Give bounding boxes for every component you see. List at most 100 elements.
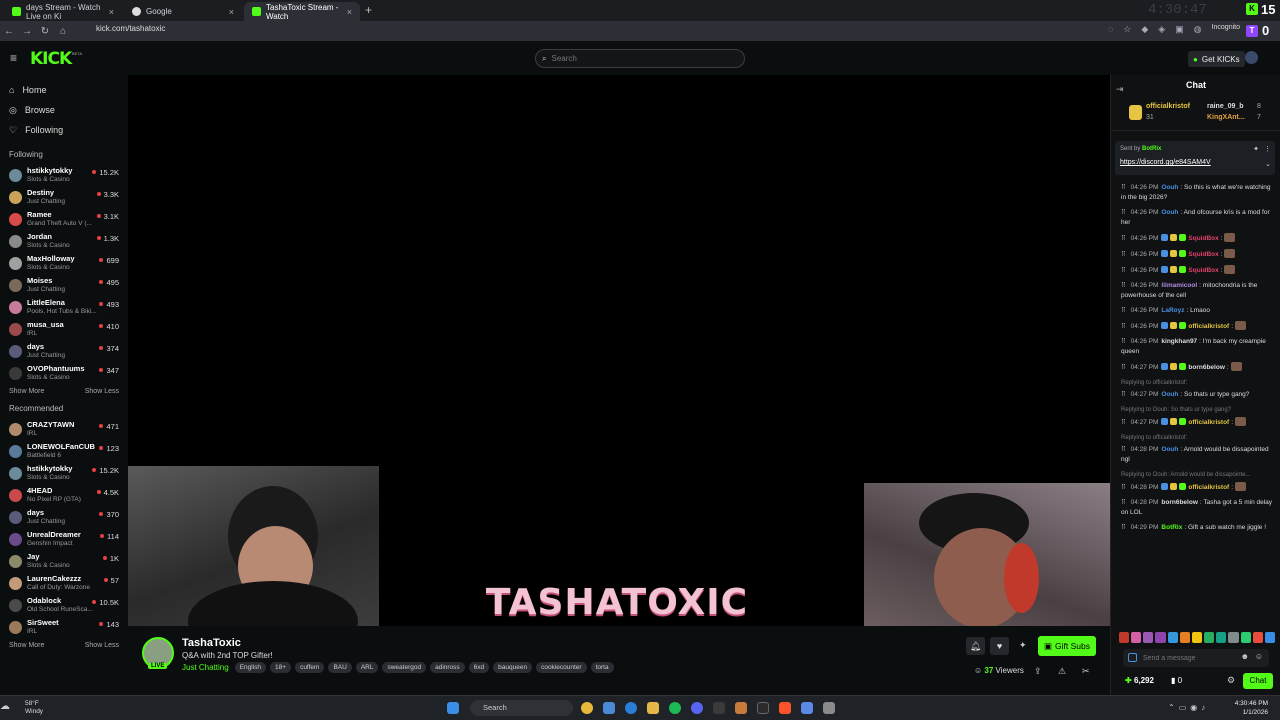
mod-actions-icon[interactable]: ⠿ xyxy=(1121,184,1128,191)
message-username[interactable]: born6below xyxy=(1161,499,1197,506)
emote-icon[interactable] xyxy=(1131,632,1142,643)
chat-input[interactable] xyxy=(1143,654,1233,662)
reload-icon[interactable]: ↻ xyxy=(36,26,54,37)
app-icon[interactable] xyxy=(713,702,725,714)
close-tab-icon[interactable]: × xyxy=(109,7,114,17)
profile-icon[interactable]: ◍ xyxy=(1194,24,1202,35)
smile-icon[interactable]: ☺ xyxy=(1255,652,1263,661)
reply-reference[interactable]: Replying to Oouh: So thats ur type gang? xyxy=(1121,407,1231,413)
puzzle-icon[interactable]: ▣ xyxy=(1175,24,1184,35)
message-username[interactable]: Oouh xyxy=(1161,446,1178,453)
search-box[interactable]: ⌕ xyxy=(535,49,745,68)
emote-icon[interactable] xyxy=(1143,632,1154,643)
message-username[interactable]: BotRix xyxy=(1161,524,1182,531)
back-icon[interactable]: ← xyxy=(0,26,18,37)
kick-logo[interactable]: KICK xyxy=(30,49,72,69)
pin-icon[interactable]: ✦ xyxy=(1019,640,1027,651)
channel-item[interactable]: CRAZYTAWN IRL 471 xyxy=(0,418,128,440)
emote-icon[interactable] xyxy=(1155,632,1166,643)
channel-item[interactable]: days Just Chatting 370 xyxy=(0,506,128,528)
brave-icon[interactable] xyxy=(779,702,791,714)
mod-actions-icon[interactable]: ⠿ xyxy=(1121,524,1128,531)
app-icon[interactable] xyxy=(801,702,813,714)
show-less-button[interactable]: Show Less xyxy=(85,642,119,649)
mod-actions-icon[interactable]: ⠿ xyxy=(1121,267,1128,274)
channel-item[interactable]: UnrealDreamer Genshin Impact 114 xyxy=(0,528,128,550)
emote-icon[interactable] xyxy=(1252,632,1263,643)
chat-input-box[interactable]: ☻ ☺ xyxy=(1123,649,1269,667)
mod-actions-icon[interactable]: ⠿ xyxy=(1121,235,1128,242)
tag-chip[interactable]: 6xd xyxy=(468,662,490,673)
notify-button[interactable]: 🔔︎ xyxy=(966,637,985,655)
channel-item[interactable]: LittleElena Pools, Hot Tubs & Biki... 493 xyxy=(0,296,128,318)
mod-actions-icon[interactable]: ⠿ xyxy=(1121,251,1128,258)
incognito-label[interactable]: Incognito xyxy=(1212,24,1240,35)
reply-reference[interactable]: Replying to officialkristof: xyxy=(1121,380,1187,386)
pinned-link[interactable]: https://discord.gg/e84SAM4V xyxy=(1120,159,1211,166)
channel-item[interactable]: Ramee Grand Theft Auto V (... 3.1K xyxy=(0,208,128,230)
tag-chip[interactable]: bauqueen xyxy=(493,662,533,673)
tag-chip[interactable]: torta xyxy=(590,662,614,673)
message-username[interactable]: lilmamicool xyxy=(1161,282,1197,289)
emote-icon[interactable] xyxy=(1167,632,1178,643)
spotify-icon[interactable] xyxy=(669,702,681,714)
message-username[interactable]: LaRoyz xyxy=(1161,307,1184,314)
emote-icon[interactable] xyxy=(1119,632,1130,643)
edge-icon[interactable] xyxy=(625,702,637,714)
collapse-chat-icon[interactable]: ⇥ xyxy=(1116,79,1124,99)
home-icon[interactable]: ⌂ xyxy=(54,26,72,37)
clip-icon[interactable]: ✂ xyxy=(1082,666,1090,677)
emote-icon[interactable] xyxy=(1264,632,1276,643)
mod-actions-icon[interactable]: ⠿ xyxy=(1121,484,1128,491)
message-username[interactable]: Oouh xyxy=(1161,391,1178,398)
channel-item[interactable]: hstikkytokky Slots & Casino 15.2K xyxy=(0,164,128,186)
close-tab-icon[interactable]: × xyxy=(229,7,234,17)
mod-actions-icon[interactable]: ⠿ xyxy=(1121,391,1128,398)
tag-chip[interactable]: ARL xyxy=(355,662,379,673)
more-icon[interactable]: ⋮ xyxy=(1264,145,1271,153)
channel-item[interactable]: LONEWOLFanCUB Battlefield 6 123 xyxy=(0,440,128,462)
app-icon[interactable] xyxy=(735,702,747,714)
message-username[interactable]: SquidBox xyxy=(1188,235,1218,242)
emote-icon[interactable] xyxy=(1240,632,1251,643)
tab-days[interactable]: days Stream - Watch Live on Ki × xyxy=(4,2,122,21)
message-username[interactable]: SquidBox xyxy=(1188,251,1218,258)
tag-chip[interactable]: cookiecounter xyxy=(536,662,587,673)
mod-actions-icon[interactable]: ⠿ xyxy=(1121,282,1128,289)
message-username[interactable]: Oouh xyxy=(1161,209,1178,216)
show-more-button[interactable]: Show More xyxy=(9,388,44,395)
mod-actions-icon[interactable]: ⠿ xyxy=(1121,364,1128,371)
mod-actions-icon[interactable]: ⠿ xyxy=(1121,419,1128,426)
nav-home[interactable]: ⌂ Home xyxy=(0,80,128,100)
get-kicks-button[interactable]: ● Get KICKs xyxy=(1188,51,1245,67)
message-username[interactable]: born6below xyxy=(1188,364,1224,371)
channel-item[interactable]: Odablock Old School RuneSca... 10.5K xyxy=(0,594,128,616)
message-username[interactable]: Oouh xyxy=(1161,184,1178,191)
forward-icon[interactable]: → xyxy=(18,26,36,37)
gift-subs-button[interactable]: ▣ Gift Subs xyxy=(1038,636,1096,656)
channel-points[interactable]: ✚ 6,292 xyxy=(1125,676,1154,685)
terminal-icon[interactable] xyxy=(757,702,769,714)
emoji-icon[interactable]: ☻ xyxy=(1241,652,1249,661)
emote-icon[interactable] xyxy=(1204,632,1215,643)
channel-item[interactable]: hstikkytokky Slots & Casino 15.2K xyxy=(0,462,128,484)
channel-item[interactable]: OVOPhantuums Slots & Casino 347 xyxy=(0,362,128,384)
star-icon[interactable]: ☆ xyxy=(1123,24,1131,35)
channel-item[interactable]: Jay Slots & Casino 1K xyxy=(0,550,128,572)
channel-item[interactable]: SirSweet IRL 143 xyxy=(0,616,128,638)
channel-item[interactable]: LaurenCakezzz Call of Duty: Warzone 57 xyxy=(0,572,128,594)
message-username[interactable]: officialkristof xyxy=(1188,323,1229,330)
leader-2-name[interactable]: raine_09_b xyxy=(1207,103,1244,110)
taskbar-search[interactable]: Search xyxy=(470,700,573,716)
channel-item[interactable]: MaxHolloway Slots & Casino 699 xyxy=(0,252,128,274)
kick-emote-icon[interactable] xyxy=(1128,653,1137,662)
channel-item[interactable]: Jordan Slots & Casino 1.3K xyxy=(0,230,128,252)
chat-send-button[interactable]: Chat xyxy=(1243,673,1273,689)
streamer-name[interactable]: TashaToxic xyxy=(182,637,241,649)
reply-reference[interactable]: Replying to officialkristof: xyxy=(1121,435,1187,441)
tab-google[interactable]: Google × xyxy=(124,2,242,21)
tag-chip[interactable]: English xyxy=(234,662,267,673)
app-icon[interactable] xyxy=(823,702,835,714)
weather-widget[interactable]: 58°F Windy xyxy=(25,700,43,716)
mod-actions-icon[interactable]: ⠿ xyxy=(1121,323,1128,330)
